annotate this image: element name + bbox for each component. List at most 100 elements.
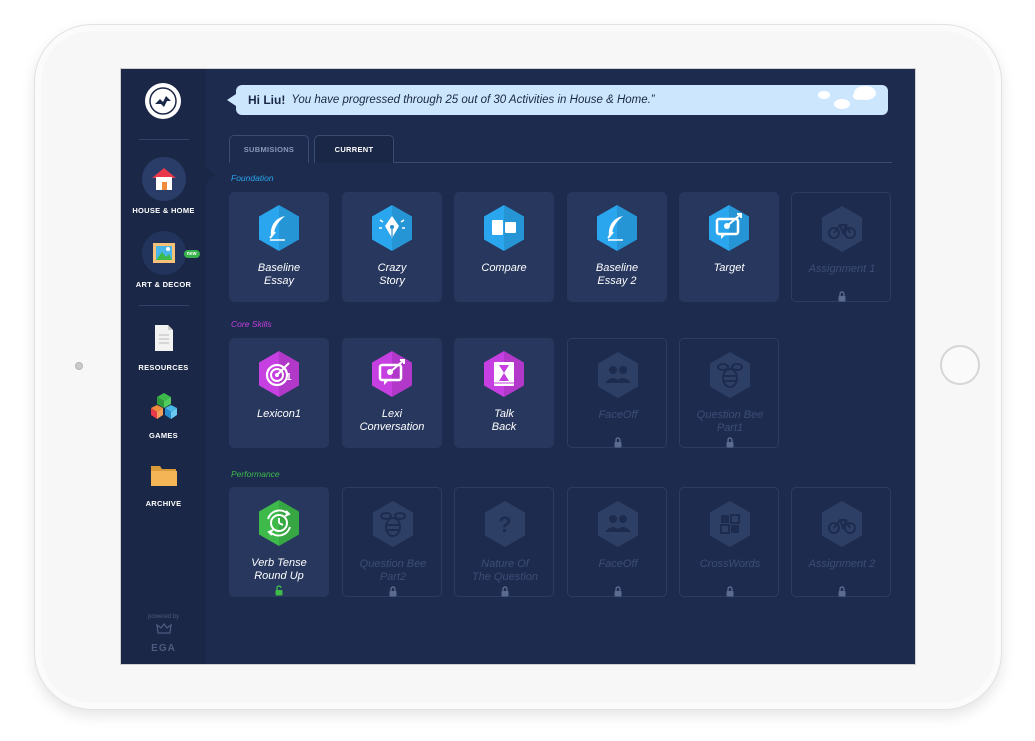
lock-icon [726, 586, 734, 597]
pen-nib-icon [372, 205, 412, 251]
active-item-pointer [206, 167, 215, 183]
tab-current[interactable]: CURRENT [314, 135, 394, 163]
activity-card-crosswords: CrossWords [679, 487, 779, 597]
target-icon: 1 [259, 351, 299, 397]
target-chat-icon [372, 351, 412, 397]
activity-title: FaceOff [598, 558, 638, 570]
sidebar-item-resources[interactable]: RESOURCES [121, 323, 206, 372]
eagle-logo-icon[interactable] [145, 83, 181, 119]
bee-icon [373, 501, 413, 547]
unlocked-icon [275, 585, 283, 596]
activity-title: Compare [481, 262, 527, 274]
activity-card-baseline-essay-2[interactable]: Baseline Essay 2 [567, 192, 667, 302]
target-chat-icon [709, 205, 749, 251]
ega-brand: EGA [151, 643, 176, 654]
activity-title: Lexicon1 [256, 408, 302, 420]
quill-icon [597, 205, 637, 251]
activity-title: Question Bee Part1 [696, 409, 764, 434]
bicycle-icon [822, 501, 862, 547]
blocks-icon [150, 393, 177, 419]
clock-cycle-icon [259, 500, 299, 546]
sidebar-divider [139, 305, 189, 306]
activity-title: Verb Tense Round Up [251, 557, 307, 582]
activity-title: Assignment 2 [808, 558, 876, 570]
new-badge: new [183, 250, 200, 258]
activity-title: Crazy Story [377, 262, 407, 287]
activity-card-target[interactable]: Target [679, 192, 779, 302]
activity-title: Nature Of The Question [471, 558, 539, 583]
activity-card-crazy-story[interactable]: Crazy Story [342, 192, 442, 302]
progress-message: Hi Liu! You have progressed through 25 o… [227, 85, 888, 115]
sidebar-item-games[interactable]: GAMES [121, 391, 206, 440]
activity-card-talk-back[interactable]: Talk Back [454, 338, 554, 448]
tab-underline [394, 162, 892, 163]
section-title: Core Skills [231, 319, 272, 329]
grid-icon [710, 501, 750, 547]
activity-card-lexicon1[interactable]: 1 Lexicon1 [229, 338, 329, 448]
activity-card-verb-tense-round-up[interactable]: Verb Tense Round Up [229, 487, 329, 597]
lock-icon [726, 437, 734, 448]
tablet-home-button[interactable] [940, 345, 980, 385]
activity-card-question-bee-part2: Question Bee Part2 [342, 487, 442, 597]
activity-title: Target [713, 262, 745, 274]
tab-submisions[interactable]: SUBMISIONS [229, 135, 309, 163]
section-title: Foundation [231, 173, 274, 183]
sidebar-item-house-home[interactable]: HOUSE & HOME [121, 157, 206, 215]
activity-title: Lexi Conversation [359, 408, 425, 433]
activity-title: Talk Back [491, 408, 517, 433]
activity-card-question-bee-part1: Question Bee Part1 [679, 338, 779, 448]
activity-card-faceoff: FaceOff [567, 338, 667, 448]
activity-card-lexi-conversation[interactable]: Lexi Conversation [342, 338, 442, 448]
section-title: Performance [231, 469, 280, 479]
people-icon [598, 352, 638, 398]
lock-icon [838, 291, 846, 302]
activity-title: Question Bee Part2 [359, 558, 427, 583]
activity-card-compare[interactable]: Compare [454, 192, 554, 302]
folder-icon [150, 466, 177, 486]
question-icon: ? [485, 501, 525, 547]
sidebar-item-label: GAMES [148, 431, 178, 440]
activity-title: CrossWords [699, 558, 761, 570]
sidebar-item-archive[interactable]: ARCHIVE [121, 461, 206, 508]
sidebar-item-label: ART & DECOR [135, 280, 192, 289]
sidebar: HOUSE & HOME new ART & DECOR RESOURCES G… [121, 69, 206, 664]
svg-text:1: 1 [286, 372, 292, 383]
sidebar-item-label: RESOURCES [138, 363, 189, 372]
lock-icon [614, 586, 622, 597]
powered-by-label: powered by [147, 614, 180, 620]
activity-title: Baseline Essay 2 [595, 262, 639, 287]
lock-icon [389, 586, 397, 597]
picture-icon [152, 243, 175, 263]
progress-text: You have progressed through 25 out of 30… [291, 94, 655, 106]
lock-icon [838, 586, 846, 597]
sidebar-item-art-decor[interactable]: new ART & DECOR [121, 231, 206, 289]
app-screen: HOUSE & HOME new ART & DECOR RESOURCES G… [120, 68, 916, 665]
lock-icon [501, 586, 509, 597]
activity-title: Assignment 1 [808, 263, 876, 275]
activity-card-faceoff: FaceOff [567, 487, 667, 597]
house-icon [151, 168, 176, 190]
camera-dot [75, 362, 83, 370]
compare-icon [484, 205, 524, 251]
sidebar-item-label: ARCHIVE [145, 499, 182, 508]
people-icon [598, 501, 638, 547]
activity-title: FaceOff [598, 409, 638, 421]
svg-text:?: ? [498, 512, 511, 537]
activity-card-assignment-1: Assignment 1 [791, 192, 891, 302]
document-icon [154, 325, 173, 351]
sidebar-divider [139, 139, 189, 140]
activity-card-assignment-2: Assignment 2 [791, 487, 891, 597]
activity-card-baseline-essay[interactable]: Baseline Essay [229, 192, 329, 302]
powered-by-ega: powered by EGA [121, 614, 206, 654]
book-hourglass-icon [484, 351, 524, 397]
bicycle-icon [822, 206, 862, 252]
quill-icon [259, 205, 299, 251]
ega-crest-icon [155, 622, 172, 634]
bee-icon [710, 352, 750, 398]
activity-title: Baseline Essay [257, 262, 301, 287]
clouds-icon [818, 86, 876, 109]
activity-card-nature-of-the-question: ? Nature Of The Question [454, 487, 554, 597]
lock-icon [614, 437, 622, 448]
greeting: Hi Liu! [248, 93, 286, 107]
sidebar-item-label: HOUSE & HOME [132, 206, 195, 215]
